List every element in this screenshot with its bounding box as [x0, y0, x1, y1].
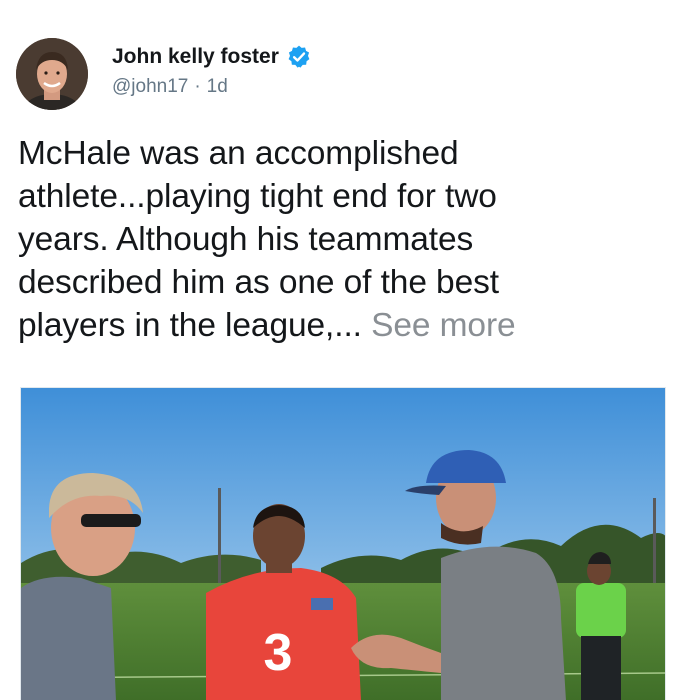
tweet-card[interactable]: John kelly foster @john17 · 1d McHale wa…: [0, 0, 700, 700]
photo-image: 3: [21, 388, 665, 700]
user-avatar[interactable]: [16, 38, 88, 110]
display-name[interactable]: John kelly foster: [112, 45, 279, 69]
jersey-number: 3: [264, 624, 293, 682]
tweet-text-line: players in the league,... See more: [18, 304, 658, 347]
name-row: John kelly foster: [112, 44, 312, 70]
tweet-header: John kelly foster @john17 · 1d: [16, 38, 676, 110]
meta-separator: ·: [194, 76, 201, 97]
see-more-link[interactable]: See more: [371, 307, 516, 344]
tweet-text-line: McHale was an accomplished: [18, 135, 459, 172]
tweet-timestamp[interactable]: 1d: [207, 76, 228, 98]
avatar-icon: [16, 38, 88, 110]
tweet-text-line: years. Although his teammates: [18, 221, 474, 258]
tweet-text: McHale was an accomplished athlete...pla…: [18, 132, 658, 347]
tweet-photo[interactable]: 3: [20, 387, 666, 700]
tweet-text-line: described him as one of the best: [18, 264, 499, 301]
tweet-text-line-last: players in the league,...: [18, 307, 362, 344]
verified-badge-icon: [286, 44, 312, 70]
user-handle[interactable]: @john17: [112, 76, 188, 98]
tweet-text-line: athlete...playing tight end for two: [18, 178, 497, 215]
meta-row: @john17 · 1d: [112, 76, 228, 98]
